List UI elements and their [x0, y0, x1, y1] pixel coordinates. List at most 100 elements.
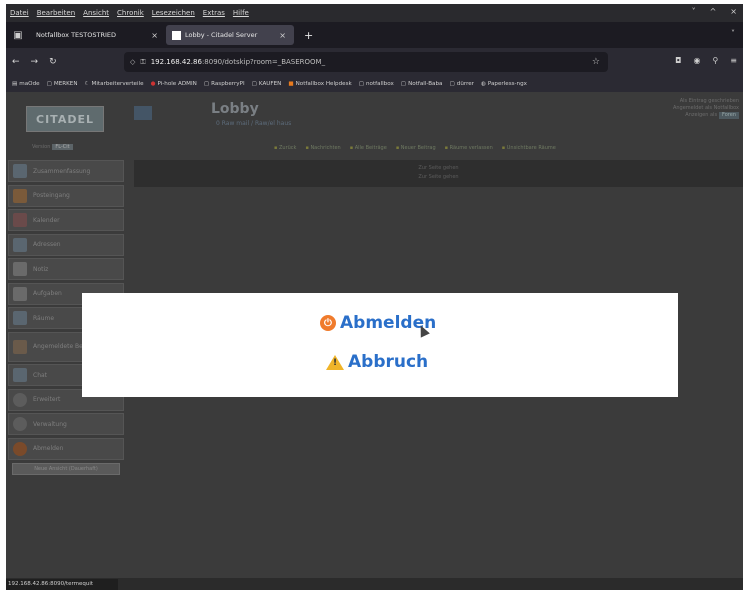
- bookmark-item[interactable]: ▤ maOde: [12, 81, 40, 87]
- tab-list-chevron-icon[interactable]: ˅: [731, 29, 735, 38]
- menu-view[interactable]: Ansicht: [83, 9, 109, 17]
- addressbook-icon: [13, 237, 27, 252]
- status-bar: 192.168.42.86:8090/termequit: [6, 579, 118, 590]
- toolbar-leave-room[interactable]: Räume verlassen: [445, 145, 493, 151]
- sidebar-item-calendar[interactable]: Kalender: [8, 209, 124, 231]
- menu-edit[interactable]: Bearbeiten: [37, 9, 75, 17]
- paperless-icon: ◍: [480, 81, 486, 87]
- toolbar-hidden-rooms[interactable]: Unsichtbare Räume: [502, 145, 556, 151]
- menu-bar: Datei Bearbeiten Ansicht Chronik Lesezei…: [6, 4, 743, 22]
- new-tab-icon[interactable]: +: [304, 29, 313, 42]
- power-icon: ⏻: [320, 315, 336, 331]
- bookmark-star-icon[interactable]: ☆: [592, 57, 600, 67]
- tab-lobby[interactable]: Lobby - Citadel Server ×: [166, 25, 294, 45]
- tab-notfallbox[interactable]: Notfallbox TESTOSTRIED ×: [30, 25, 166, 45]
- room-title: Lobby: [211, 101, 259, 117]
- summary-icon: [13, 164, 27, 178]
- nav-bar: ← → ↻ ◇ ⚿ 192.168.42.86:8090/dotskip?roo…: [6, 48, 743, 76]
- power-icon: [13, 441, 27, 456]
- content-header: Zur Seite gehen Zur Seite gehen: [134, 160, 743, 187]
- tab-label: Notfallbox TESTOSTRIED: [36, 31, 117, 39]
- bookmark-item[interactable]: ● Pi-hole ADMIN: [151, 81, 197, 87]
- bookmark-item[interactable]: ▢ notfallbox: [359, 81, 394, 87]
- menu-bookmarks[interactable]: Lesezeichen: [152, 9, 195, 17]
- room-folder-icon: [134, 106, 152, 120]
- bookmarks-bar: ▤ maOde ▢ MERKEN ☾ Mitarbeiterverteile ● Pi-…: [6, 76, 743, 92]
- forward-icon[interactable]: →: [31, 57, 39, 67]
- toolbar-messages[interactable]: Nachrichten: [305, 145, 340, 151]
- window-controls: ˅ ^ ×: [692, 7, 737, 16]
- url-path: :8090/dotskip?room=_BASEROOM_: [201, 58, 326, 66]
- cancel-button[interactable]: Abbruch: [326, 352, 428, 372]
- view-select[interactable]: Foren: [719, 112, 739, 119]
- bookmark-item[interactable]: ▢ RaspberryPI: [204, 81, 245, 87]
- url-bar[interactable]: ◇ ⚿ 192.168.42.86:8090/dotskip?room=_BAS…: [124, 52, 608, 72]
- helpdesk-icon: ■: [288, 81, 294, 87]
- rooms-icon: [13, 311, 27, 325]
- tasks-icon: [13, 286, 27, 301]
- citadel-logo[interactable]: CITADEL: [26, 106, 104, 132]
- admin-gear-icon: [13, 417, 27, 431]
- calendar-icon: [13, 213, 27, 227]
- bookmark-item[interactable]: ▢ dürrer: [449, 81, 474, 87]
- bookmark-item[interactable]: ☾ Mitarbeiterverteile: [85, 81, 144, 87]
- tab-overview-icon[interactable]: ▣: [6, 30, 30, 41]
- favicon-icon: [172, 30, 181, 40]
- menu-help[interactable]: Hilfe: [233, 9, 249, 17]
- nav-toolbar-right: ◘ ◉ ⚲ ≡: [675, 56, 737, 65]
- bookmark-item[interactable]: ▢ Notfall-Baba: [401, 81, 443, 87]
- users-icon: [13, 339, 27, 354]
- account-icon[interactable]: ◉: [693, 56, 700, 65]
- sidebar-item-admin[interactable]: Verwaltung: [8, 413, 124, 435]
- toolbar-back[interactable]: Zurück: [274, 145, 296, 151]
- room-subtitle: 0 Raw mail / Raw/el haus: [216, 120, 292, 127]
- folder-icon: ▢: [400, 81, 407, 87]
- maximize-icon[interactable]: ^: [710, 7, 717, 16]
- close-tab-icon[interactable]: ×: [151, 31, 158, 40]
- pihole-icon: ●: [150, 81, 156, 87]
- note-icon: [13, 262, 27, 276]
- minimize-icon[interactable]: ˅: [692, 7, 696, 16]
- close-tab-icon[interactable]: ×: [279, 31, 286, 40]
- sidebar-item-addresses[interactable]: Adressen: [8, 233, 124, 256]
- browser-window: Datei Bearbeiten Ansicht Chronik Lesezei…: [6, 4, 743, 590]
- close-window-icon[interactable]: ×: [730, 7, 737, 16]
- folder-icon: ▢: [358, 81, 365, 87]
- sidebar-item-logout[interactable]: Abmelden: [8, 437, 124, 460]
- extensions-icon[interactable]: ⚲: [712, 56, 718, 65]
- tab-bar: ▣ Notfallbox TESTOSTRIED × Lobby - Citad…: [6, 22, 743, 48]
- shield-icon[interactable]: ◇: [130, 58, 135, 66]
- bookmark-icon: ☾: [84, 81, 90, 87]
- back-icon[interactable]: ←: [12, 57, 20, 67]
- lock-icon[interactable]: ⚿: [140, 58, 145, 67]
- web-page: CITADEL Lobby 0 Raw mail / Raw/el haus A…: [6, 92, 743, 578]
- toolbar-all-posts[interactable]: Alle Beiträge: [350, 145, 387, 151]
- menu-icon[interactable]: ≡: [730, 56, 737, 65]
- bookmark-icon: ▤: [12, 81, 18, 87]
- room-toolbar: Zurück Nachrichten Alle Beiträge Neuer B…: [274, 145, 556, 151]
- folder-icon: ▢: [203, 81, 210, 87]
- reload-icon[interactable]: ↻: [49, 57, 57, 67]
- menu-history[interactable]: Chronik: [117, 9, 144, 17]
- bookmark-item[interactable]: ◍ Paperless-ngx: [481, 81, 527, 87]
- sidebar-item-notes[interactable]: Notiz: [8, 258, 124, 280]
- bookmark-item[interactable]: ▢ KAUFEN: [252, 81, 282, 87]
- logout-dialog: ⏻ Abmelden Abbruch: [82, 293, 678, 397]
- menu-file[interactable]: Datei: [10, 9, 29, 17]
- new-view-button[interactable]: Neue Ansicht (Dauerhaft): [12, 462, 120, 475]
- bookmark-item[interactable]: ■ Notfallbox Helpdesk: [288, 81, 351, 87]
- pocket-icon[interactable]: ◘: [675, 56, 681, 65]
- sidebar-item-summary[interactable]: Zusammenfassung: [8, 160, 124, 182]
- chat-icon: [13, 368, 27, 382]
- version-select[interactable]: FL-Cit: [52, 144, 73, 150]
- folder-icon: ▢: [46, 81, 52, 87]
- cancel-label: Abbruch: [348, 352, 429, 372]
- bookmark-item[interactable]: ▢ MERKEN: [47, 81, 78, 87]
- version-row: Version FL-Cit: [32, 144, 73, 150]
- inbox-icon: [13, 188, 27, 203]
- folder-icon: ▢: [251, 81, 257, 87]
- tab-label: Lobby - Citadel Server: [185, 31, 258, 39]
- sidebar-item-inbox[interactable]: Posteingang: [8, 184, 124, 207]
- toolbar-new-post[interactable]: Neuer Beitrag: [396, 145, 436, 151]
- menu-tools[interactable]: Extras: [203, 9, 225, 17]
